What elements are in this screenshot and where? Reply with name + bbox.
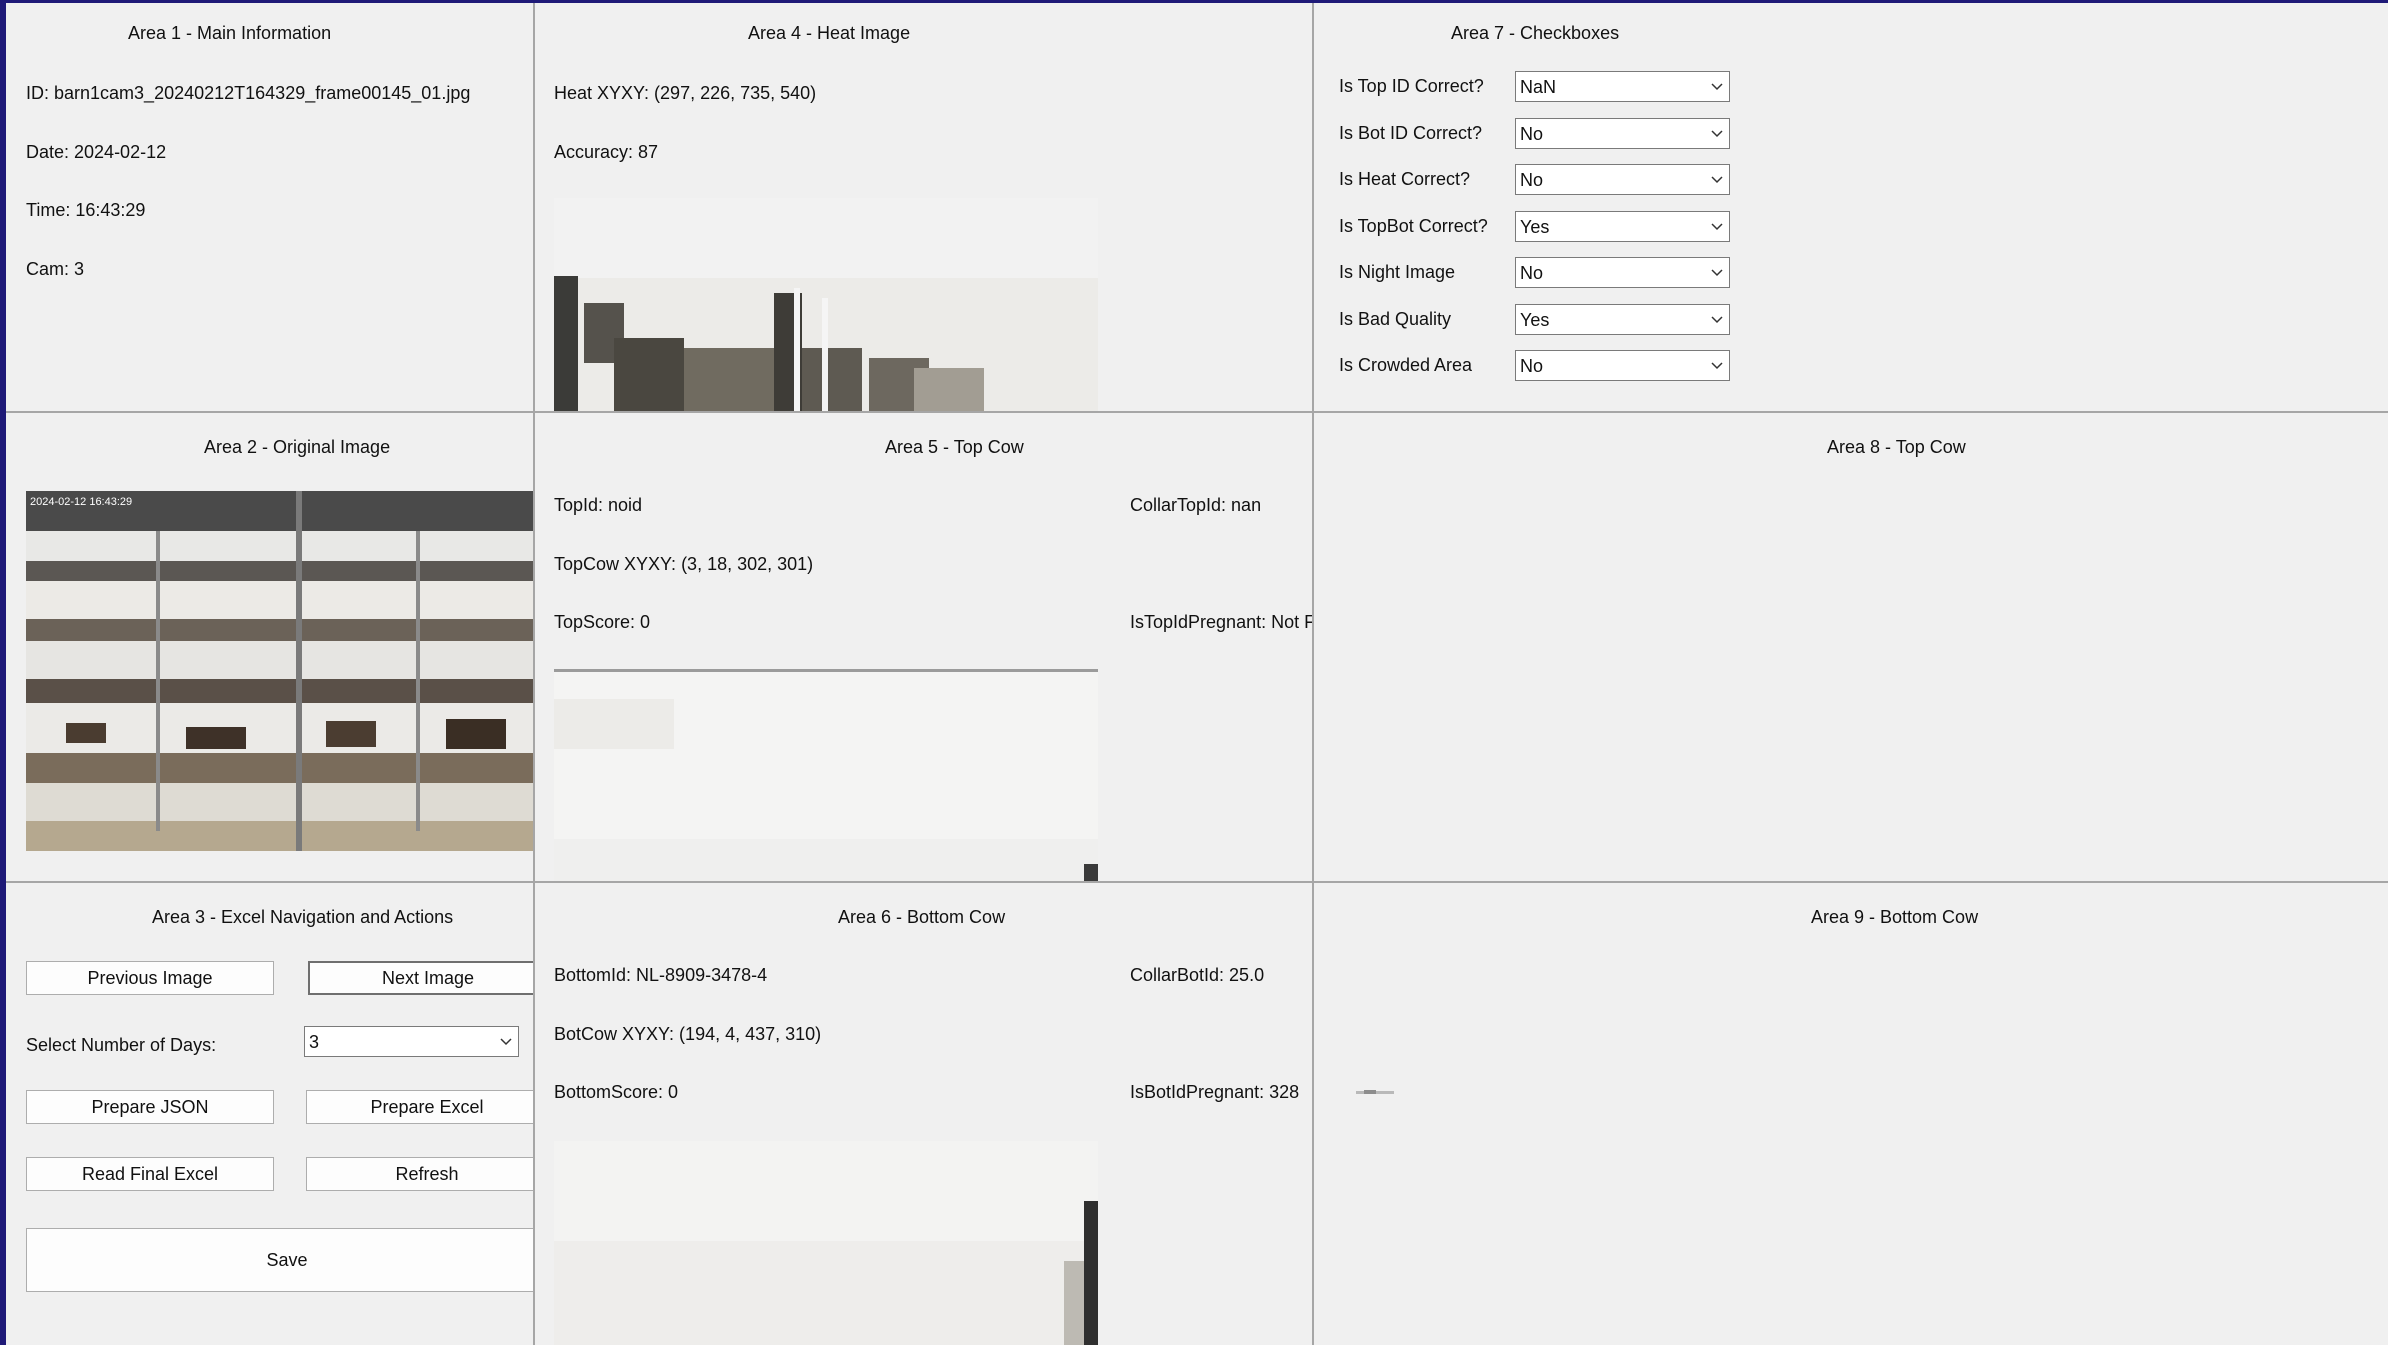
top-id-correct-select[interactable]: NaN (1515, 71, 1730, 102)
heat-correct-label: Is Heat Correct? (1339, 169, 1471, 189)
days-select-value: 3 (309, 1032, 320, 1052)
area2-title: Area 2 - Original Image (204, 437, 391, 457)
area8-title: Area 8 - Top Cow (1827, 437, 1966, 457)
area3-title: Area 3 - Excel Navigation and Actions (152, 907, 454, 927)
bottom-id: BottomId: NL-8909-3478-4 (554, 965, 768, 985)
next-image-button[interactable]: Next Image (308, 961, 533, 995)
topcow-xyxy: TopCow XYXY: (3, 18, 302, 301) (554, 554, 814, 574)
bad-quality-value: Yes (1520, 310, 1550, 330)
bottom-score: BottomScore: 0 (554, 1082, 679, 1102)
area-heat-image: Area 4 - Heat Image Heat XYXY: (297, 226… (535, 3, 1314, 413)
area6-title: Area 6 - Bottom Cow (838, 907, 1006, 927)
bad-quality-select[interactable]: Yes (1515, 304, 1730, 335)
botcow-xyxy: BotCow XYXY: (194, 4, 437, 310) (554, 1024, 822, 1044)
topbot-correct-value: Yes (1520, 217, 1550, 237)
bot-id-correct-value: No (1520, 124, 1544, 144)
heat-image (554, 198, 1098, 411)
crowded-area-label: Is Crowded Area (1339, 355, 1473, 375)
bottom-cow-image-graphic (554, 1141, 1098, 1345)
area9-title: Area 9 - Bottom Cow (1811, 907, 1979, 927)
days-label: Select Number of Days: (26, 1035, 217, 1055)
heat-correct-value: No (1520, 170, 1544, 190)
top-cow-image-graphic (554, 669, 1098, 881)
area-checkboxes: Area 7 - Checkboxes Is Top ID Correct? N… (1314, 3, 2388, 413)
top-id-correct-value: NaN (1520, 77, 1557, 97)
area7-title: Area 7 - Checkboxes (1451, 23, 1620, 43)
image-id: ID: barn1cam3_20240212T164329_frame00145… (26, 83, 471, 103)
original-image: 2024-02-12 16:43:29 (26, 491, 533, 851)
heat-xyxy: Heat XYXY: (297, 226, 735, 540) (554, 83, 817, 103)
top-cow-crop-image (1314, 473, 2388, 881)
top-id: TopId: noid (554, 495, 643, 515)
area-top-cow-2: Area 8 - Top Cow (1314, 413, 2388, 883)
read-final-excel-button[interactable]: Read Final Excel (26, 1157, 274, 1191)
area1-title: Area 1 - Main Information (128, 23, 332, 43)
top-id-correct-label: Is Top ID Correct? (1339, 76, 1484, 96)
heat-accuracy: Accuracy: 87 (554, 142, 659, 162)
save-button[interactable]: Save (26, 1228, 533, 1292)
chevron-down-icon (1711, 176, 1723, 184)
is-top-pregnant: IsTopIdPregnant: Not F (1130, 612, 1314, 632)
topbot-correct-select[interactable]: Yes (1515, 211, 1730, 242)
area-original-image: Area 2 - Original Image 2024-02-12 16:43… (6, 413, 535, 883)
timestamp-overlay: 2024-02-12 16:43:29 (30, 496, 132, 508)
bottom-cow-image (554, 1141, 1098, 1345)
area5-title: Area 5 - Top Cow (885, 437, 1024, 457)
chevron-down-icon (1711, 130, 1723, 138)
days-select[interactable]: 3 (304, 1026, 519, 1057)
area-excel-navigation: Area 3 - Excel Navigation and Actions Pr… (6, 883, 535, 1345)
prepare-json-button[interactable]: Prepare JSON (26, 1090, 274, 1124)
area-bottom-cow-2: Area 9 - Bottom Cow (1314, 883, 2388, 1345)
bad-quality-label: Is Bad Quality (1339, 309, 1452, 329)
chevron-down-icon (1711, 362, 1723, 370)
chevron-down-icon (1711, 83, 1723, 91)
area-bottom-cow: Area 6 - Bottom Cow BottomId: NL-8909-34… (535, 883, 1314, 1345)
barn-photo-graphic: 2024-02-12 16:43:29 (26, 491, 533, 851)
image-date: Date: 2024-02-12 (26, 142, 167, 162)
bottom-cow-crop-graphic (1356, 1090, 1394, 1094)
refresh-button[interactable]: Refresh (306, 1157, 533, 1191)
area-main-information: Area 1 - Main Information ID: barn1cam3_… (6, 3, 535, 413)
crowded-area-value: No (1520, 356, 1544, 376)
topbot-correct-label: Is TopBot Correct? (1339, 216, 1488, 236)
night-image-value: No (1520, 263, 1544, 283)
chevron-down-icon (500, 1038, 512, 1046)
collar-top-id: CollarTopId: nan (1130, 495, 1262, 515)
chevron-down-icon (1711, 316, 1723, 324)
bot-id-correct-label: Is Bot ID Correct? (1339, 123, 1483, 143)
bottom-cow-crop-image (1354, 1085, 1398, 1095)
heat-image-graphic (554, 198, 1098, 411)
image-cam: Cam: 3 (26, 259, 85, 279)
crowded-area-select[interactable]: No (1515, 350, 1730, 381)
night-image-label: Is Night Image (1339, 262, 1456, 282)
area-top-cow: Area 5 - Top Cow TopId: noid CollarTopId… (535, 413, 1314, 883)
night-image-select[interactable]: No (1515, 257, 1730, 288)
previous-image-button[interactable]: Previous Image (26, 961, 274, 995)
is-bot-pregnant: IsBotIdPregnant: 328 (1130, 1082, 1300, 1102)
prepare-excel-button[interactable]: Prepare Excel (306, 1090, 533, 1124)
top-cow-image (554, 669, 1098, 881)
app-window: Area 1 - Main Information ID: barn1cam3_… (6, 3, 2388, 1345)
area4-title: Area 4 - Heat Image (748, 23, 911, 43)
chevron-down-icon (1711, 269, 1723, 277)
heat-correct-select[interactable]: No (1515, 164, 1730, 195)
bot-id-correct-select[interactable]: No (1515, 118, 1730, 149)
top-score: TopScore: 0 (554, 612, 651, 632)
collar-bot-id: CollarBotId: 25.0 (1130, 965, 1265, 985)
image-time: Time: 16:43:29 (26, 200, 146, 220)
chevron-down-icon (1711, 223, 1723, 231)
